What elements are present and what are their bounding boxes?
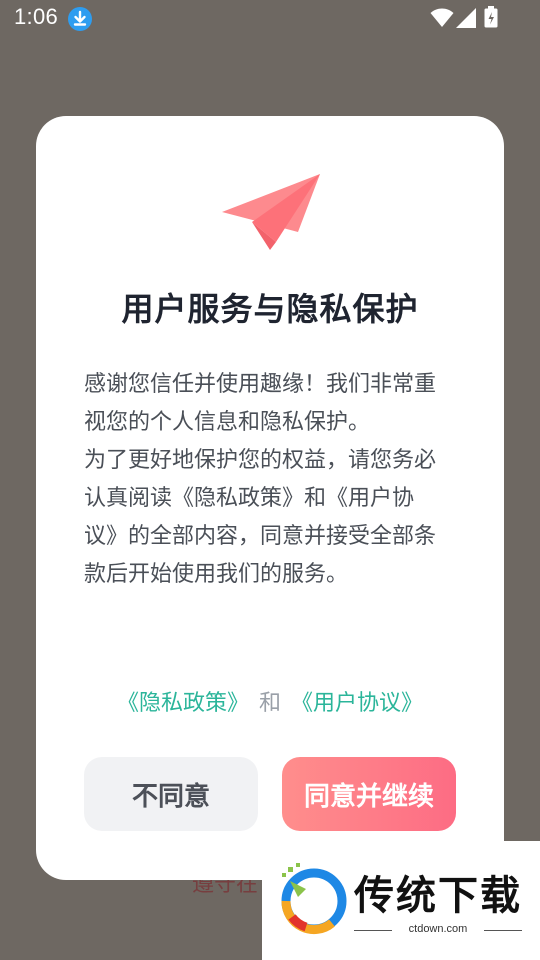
dialog-title: 用户服务与隐私保护 [121, 290, 419, 328]
signal-icon [456, 8, 476, 28]
link-separator: 和 [258, 691, 281, 716]
battery-icon [484, 6, 498, 28]
status-bar: 1:06 [0, 0, 540, 38]
watermark: 传统下载 ctdown.com [262, 841, 540, 960]
privacy-dialog: 用户服务与隐私保护 感谢您信任并使用趣缘！我们非常重视您的个人信息和隐私保护。 … [36, 116, 504, 880]
dialog-body: 感谢您信任并使用趣缘！我们非常重视您的个人信息和隐私保护。 为了更好地保护您的权… [84, 366, 444, 594]
policy-links-row: 《隐私政策》和《用户协议》 [36, 684, 504, 724]
watermark-logo-icon [281, 863, 347, 934]
privacy-policy-link[interactable]: 《隐私政策》 [117, 691, 249, 716]
status-time: 1:06 [14, 4, 59, 29]
disagree-button[interactable]: 不同意 [84, 757, 258, 831]
body-paragraph: 为了更好地保护您的权益，请您务必认真阅读《隐私政策》和《用户协议》的全部内容，同… [84, 448, 437, 587]
wifi-icon [430, 8, 454, 27]
paper-plane-icon [222, 174, 320, 250]
agree-continue-button[interactable]: 同意并继续 [282, 757, 456, 831]
body-paragraph: 感谢您信任并使用趣缘！我们非常重视您的个人信息和隐私保护。 [84, 372, 437, 435]
watermark-url: ctdown.com [408, 923, 468, 935]
user-agreement-link[interactable]: 《用户协议》 [291, 691, 423, 716]
watermark-divider [484, 930, 522, 931]
download-icon [68, 7, 92, 31]
watermark-brand: 传统下载 [354, 873, 522, 919]
